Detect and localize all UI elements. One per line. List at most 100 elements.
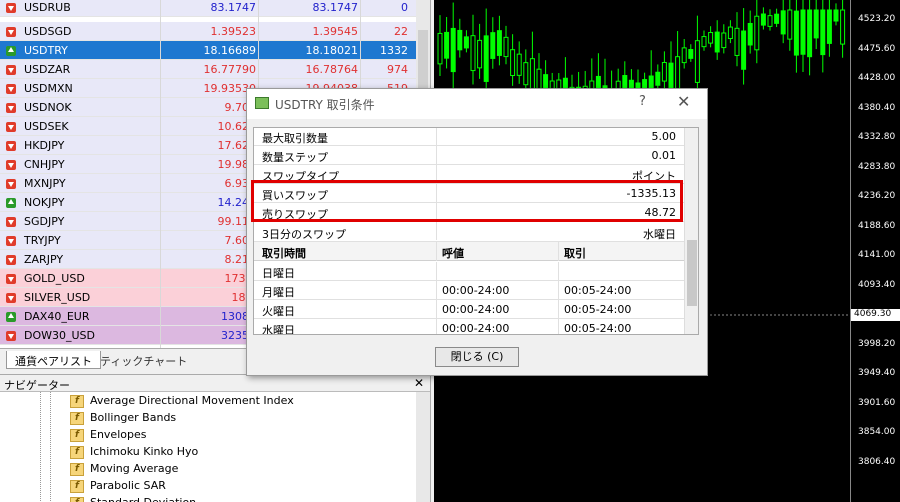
symbol-name: MXNJPY: [24, 177, 66, 190]
bid-price: 9.703: [224, 101, 257, 114]
symbol-row-usdrub[interactable]: USDRUB 83.1747 83.1747 0: [0, 0, 416, 17]
candle-body: [807, 9, 813, 58]
bid-price: 8.219: [224, 253, 257, 266]
candle-body: [708, 32, 714, 44]
grid-divider: [436, 242, 437, 261]
candle-body: [444, 31, 450, 59]
symbol-name: GOLD_USD: [24, 272, 85, 285]
tab-tick-chart[interactable]: ティックチャート: [92, 351, 195, 369]
price-tick-label: 4093.40: [858, 279, 896, 290]
sessions-header: 取引時間 呼値 取引: [254, 242, 684, 261]
navigator-title-bar: ナビゲーター ✕: [0, 375, 430, 392]
arrow-up-icon: [6, 312, 16, 322]
price-tick-label: 3949.40: [858, 368, 896, 378]
grid-divider: [436, 281, 437, 300]
symbol-icon: [255, 97, 269, 109]
arrow-down-icon: [6, 236, 16, 246]
candle-body: [655, 71, 661, 86]
arrow-up-icon: [6, 46, 16, 56]
candle-body: [727, 26, 733, 40]
candle-body: [734, 27, 740, 56]
symbol-name: CNHJPY: [24, 158, 65, 171]
dialog-close-button[interactable]: ✕: [677, 92, 690, 111]
candle-body: [813, 9, 819, 39]
candle-body: [463, 36, 469, 49]
price-tick-label: 3854.00: [858, 427, 896, 437]
session-row: 火曜日 00:00-24:00 00:05-24:00: [254, 300, 684, 319]
navigator-title: ナビゲーター: [4, 379, 70, 392]
close-button[interactable]: 閉じる (C): [435, 347, 519, 367]
session-day: 水曜日: [262, 324, 295, 335]
candle-body: [721, 32, 727, 49]
navigator-scrollbar[interactable]: [416, 392, 430, 502]
arrow-down-icon: [6, 160, 16, 170]
bid-price: 32350: [221, 329, 256, 342]
bid-price: 19.93530: [203, 82, 257, 95]
session-day: 日曜日: [262, 267, 295, 280]
help-button[interactable]: ?: [639, 94, 646, 109]
indicator-item[interactable]: f Parabolic SAR: [70, 479, 166, 496]
grid-divider: [558, 281, 559, 300]
session-quote: 00:00-24:00: [442, 322, 510, 335]
candle-body: [741, 30, 747, 70]
header-trade: 取引: [564, 247, 586, 260]
indicator-item[interactable]: f Bollinger Bands: [70, 411, 176, 428]
indicator-item[interactable]: f Moving Average: [70, 462, 178, 479]
bid-price: 83.1747: [210, 1, 257, 14]
arrow-up-icon: [6, 198, 16, 208]
arrow-down-icon: [6, 179, 16, 189]
candle-body: [496, 30, 502, 56]
candle-body: [787, 9, 793, 40]
bid-price: 18.16689: [203, 44, 257, 57]
symbol-name: USDTRY: [24, 44, 68, 57]
price-tick-label: 3806.40: [858, 456, 896, 467]
indicator-item[interactable]: f Ichimoku Kinko Hyo: [70, 445, 198, 462]
tab-symbols[interactable]: 通貨ペアリスト: [6, 351, 101, 369]
indicator-item[interactable]: f Envelopes: [70, 428, 146, 445]
candle-body: [754, 15, 760, 51]
price-tick-label: 4523.20: [858, 14, 896, 24]
symbol-row-usdzar[interactable]: USDZAR 16.77790 16.78764 974: [0, 60, 416, 79]
indicator-icon: f: [70, 479, 84, 493]
bid-price: 99.112: [217, 215, 257, 228]
candle-body: [833, 9, 839, 22]
dialog-title-bar[interactable]: USDTRY 取引条件 ? ✕: [247, 89, 707, 119]
grid-divider: [558, 319, 559, 334]
symbol-name: USDZAR: [24, 63, 71, 76]
indicator-item[interactable]: f Average Directional Movement Index: [70, 394, 294, 411]
bid-price: 7.601: [224, 234, 257, 247]
price-tick-label: 4236.20: [858, 191, 896, 201]
indicator-label: Standard Deviation: [90, 496, 196, 502]
indicator-label: Envelopes: [90, 428, 147, 441]
candle-body: [840, 9, 846, 45]
spec-value: 0.01: [651, 149, 677, 162]
candle-body: [760, 13, 766, 26]
tree-line: [50, 392, 51, 502]
candle-body: [477, 39, 483, 69]
arrow-down-icon: [6, 84, 16, 94]
navigator-panel: ナビゲーター ✕ f Average Directional Movement I…: [0, 374, 430, 502]
arrow-down-icon: [6, 122, 16, 132]
session-quote: 00:00-24:00: [442, 303, 510, 316]
spec-row: 最大取引数量 5.00: [254, 128, 684, 146]
spec-value: 5.00: [651, 130, 677, 143]
candle-body: [437, 32, 443, 65]
candle-body: [774, 13, 780, 24]
spec-label: 数量ステップ: [262, 151, 328, 164]
symbol-row-usdtry[interactable]: USDTRY 18.16689 18.18021 1332: [0, 41, 416, 60]
indicator-icon: f: [70, 411, 84, 425]
symbol-name: ZARJPY: [24, 253, 64, 266]
spec-value: 水曜日: [643, 228, 676, 241]
arrow-down-icon: [6, 274, 16, 284]
indicator-item[interactable]: f Standard Deviation: [70, 496, 196, 502]
spec-grid-scroll-thumb[interactable]: [687, 240, 697, 306]
bid-price: 14.244: [217, 196, 257, 209]
grid-divider: [558, 262, 559, 281]
candle-body: [523, 62, 529, 86]
indicator-label: Moving Average: [90, 462, 179, 475]
candle-body: [714, 31, 720, 53]
symbol-row-usdsgd[interactable]: USDSGD 1.39523 1.39545 22: [0, 22, 416, 41]
session-row: 日曜日: [254, 262, 684, 281]
navigator-close-icon[interactable]: ✕: [414, 376, 424, 390]
arrow-down-icon: [6, 141, 16, 151]
